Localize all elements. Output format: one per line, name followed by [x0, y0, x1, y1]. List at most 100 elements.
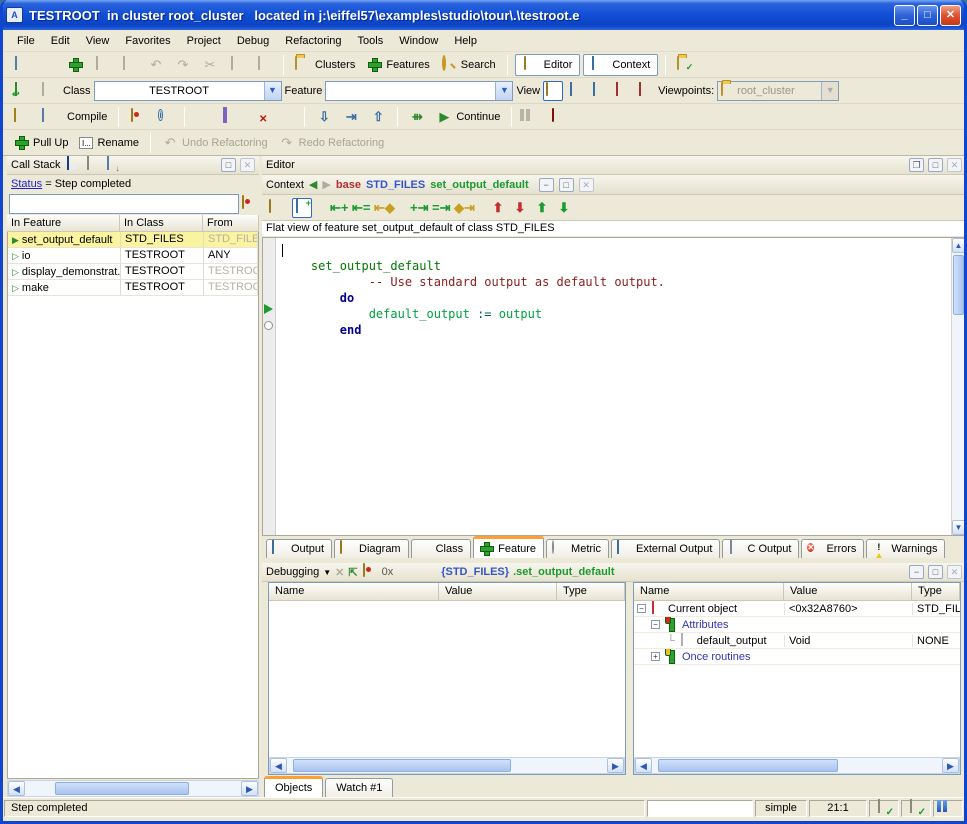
copy-call-stack-icon[interactable]: [85, 157, 101, 173]
ancestors-icon[interactable]: ⬆: [490, 200, 506, 216]
feature-combobox[interactable]: ▼: [325, 81, 513, 101]
class-combobox[interactable]: TESTROOT ▼: [94, 81, 282, 101]
tab-output[interactable]: Output: [266, 539, 332, 558]
compilation-info-button[interactable]: i: [153, 107, 177, 127]
tab-watch-1[interactable]: Watch #1: [325, 778, 393, 797]
save-button[interactable]: [90, 55, 114, 75]
external-editor-button[interactable]: ✓: [673, 55, 697, 75]
stack-depth-icon[interactable]: ↓: [105, 157, 121, 173]
feature-combobox-arrow-icon[interactable]: ▼: [495, 82, 512, 100]
scroll-up-icon[interactable]: ▲: [952, 238, 965, 253]
scroll-right-icon[interactable]: ▶: [241, 781, 258, 796]
remove-object-icon[interactable]: ✕: [335, 566, 344, 579]
objects-hscrollbar[interactable]: ◀ ▶: [634, 757, 960, 774]
debugging-close-icon[interactable]: ✕: [947, 565, 962, 579]
callers-icon[interactable]: ⇤+: [330, 200, 346, 216]
history-forward-icon[interactable]: ▶: [322, 178, 330, 192]
editor-close-icon[interactable]: ✕: [947, 158, 962, 172]
undo-button[interactable]: ↶: [144, 55, 168, 75]
tab-diagram[interactable]: Diagram: [334, 539, 409, 558]
descendant-versions-icon[interactable]: ⬇: [556, 200, 572, 216]
compile-button[interactable]: Compile: [63, 109, 111, 125]
objects-column-headers[interactable]: Name Value Type: [634, 583, 960, 601]
call-stack-maximize-icon[interactable]: □: [221, 158, 236, 172]
expand-icon[interactable]: +: [651, 652, 660, 661]
run-button[interactable]: ⇻: [405, 107, 429, 127]
class-combobox-arrow-icon[interactable]: ▼: [264, 82, 281, 100]
debugging-menu-icon[interactable]: ▼: [323, 568, 331, 577]
callees-icon[interactable]: +⇥: [410, 200, 426, 216]
clusters-button[interactable]: Clusters: [291, 55, 359, 75]
objects-column-name[interactable]: Name: [634, 583, 784, 600]
call-stack-column-headers[interactable]: In Feature In Class From: [7, 215, 259, 232]
paste-button[interactable]: [252, 55, 276, 75]
tab-external-output[interactable]: External Output: [611, 539, 720, 558]
last-error-button[interactable]: [126, 107, 150, 127]
menu-edit[interactable]: Edit: [43, 32, 78, 50]
continue-button[interactable]: ▶Continue: [432, 107, 504, 127]
tree-row[interactable]: +Once routines: [634, 649, 960, 665]
menu-help[interactable]: Help: [446, 32, 485, 50]
viewpoints-combobox[interactable]: root_cluster ▼: [717, 81, 839, 101]
tab-class[interactable]: Class: [411, 539, 472, 558]
history-back-icon[interactable]: ◀: [309, 178, 317, 192]
assignees-icon[interactable]: =⇥: [432, 200, 448, 216]
menu-tools[interactable]: Tools: [350, 32, 392, 50]
scroll-right-icon[interactable]: ▶: [942, 758, 959, 773]
features-button[interactable]: Features: [362, 55, 433, 75]
call-stack-hscrollbar[interactable]: ◀ ▶: [7, 780, 259, 797]
view-flat-contracts-button[interactable]: [635, 81, 655, 101]
editor-gutter[interactable]: [263, 238, 276, 535]
scroll-left-icon[interactable]: ◀: [270, 758, 287, 773]
creators-icon[interactable]: ⇤◆: [374, 200, 390, 216]
crumb-class[interactable]: STD_FILES: [366, 179, 425, 191]
view-flat-button[interactable]: [566, 81, 586, 101]
editor-maximize-icon[interactable]: □: [928, 158, 943, 172]
view-editor-button[interactable]: [543, 81, 563, 101]
table-row[interactable]: ▷display_demonstrat... TESTROOT TESTROOT: [8, 264, 258, 280]
add-class-button[interactable]: [63, 55, 87, 75]
copy-button[interactable]: [225, 55, 249, 75]
collapse-icon[interactable]: −: [651, 620, 660, 629]
tab-feature[interactable]: Feature: [473, 536, 544, 558]
call-stack-header[interactable]: Call Stack ↓ □ ✕: [7, 156, 259, 175]
project-settings-button[interactable]: [9, 107, 33, 127]
class-history-back-button[interactable]: ↩: [9, 81, 33, 101]
exception-message-icon[interactable]: [241, 196, 257, 212]
tab-warnings[interactable]: Warnings: [866, 539, 945, 558]
assigners-icon[interactable]: ⇤=: [352, 200, 368, 216]
menu-debug[interactable]: Debug: [229, 32, 277, 50]
debugging-header[interactable]: Debugging ▼ ✕ ⇱ 0x {STD_FILES}.set_outpu…: [262, 563, 966, 582]
minimize-button[interactable]: _: [894, 5, 915, 26]
creatures-icon[interactable]: ◆⇥: [454, 200, 470, 216]
debugging-maximize-icon[interactable]: □: [928, 565, 943, 579]
locals-column-value[interactable]: Value: [439, 583, 557, 600]
new-document-button[interactable]: [9, 55, 33, 75]
tree-row[interactable]: └default_output Void NONE: [634, 633, 960, 649]
menu-favorites[interactable]: Favorites: [117, 32, 178, 50]
editor-header[interactable]: Editor ❐ □ ✕: [262, 156, 966, 175]
descendants-icon[interactable]: ⬇: [512, 200, 528, 216]
search-button[interactable]: Search: [437, 55, 500, 75]
breakpoint-slot-icon[interactable]: [264, 321, 273, 330]
scroll-left-icon[interactable]: ◀: [635, 758, 652, 773]
class-history-forward-button[interactable]: [36, 81, 60, 101]
rename-button[interactable]: I...Rename: [75, 133, 143, 153]
step-into-button[interactable]: ⇩: [312, 107, 336, 127]
follow-reference-icon[interactable]: ⇱: [348, 566, 357, 579]
crumb-cluster[interactable]: base: [336, 179, 361, 191]
view-clickable-button[interactable]: [589, 81, 609, 101]
cut-button[interactable]: ✂: [198, 55, 222, 75]
remove-breakpoints-button[interactable]: ✕: [246, 107, 270, 127]
collapse-icon[interactable]: −: [637, 604, 646, 613]
save-all-button[interactable]: [117, 55, 141, 75]
stop-button[interactable]: [546, 107, 570, 127]
call-stack-close-icon[interactable]: ✕: [240, 158, 255, 172]
tab-objects[interactable]: Objects: [264, 776, 323, 797]
redo-refactoring-button[interactable]: ↷Redo Refactoring: [275, 133, 389, 153]
edit-feature-button[interactable]: [266, 198, 286, 218]
tab-metric[interactable]: Metric: [546, 539, 609, 558]
open-button[interactable]: [36, 55, 60, 75]
step-out-button[interactable]: ⇧: [366, 107, 390, 127]
column-in-feature[interactable]: In Feature: [7, 215, 120, 231]
